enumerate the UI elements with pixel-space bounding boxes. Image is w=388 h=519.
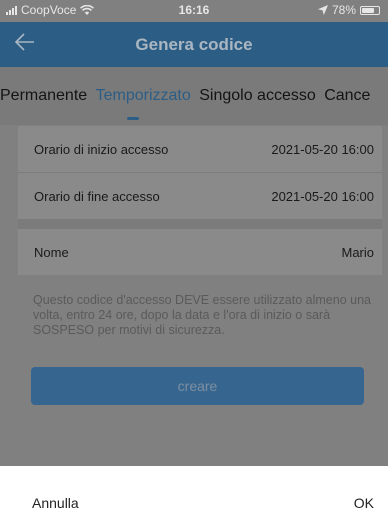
battery-percent: 78% xyxy=(331,3,356,17)
battery-icon xyxy=(360,5,380,15)
name-row[interactable]: Nome Mario xyxy=(18,229,382,275)
end-time-value: 2021-05-20 16:00 xyxy=(271,189,374,204)
name-label: Nome xyxy=(34,245,69,260)
create-button[interactable]: creare xyxy=(31,367,364,405)
start-time-value: 2021-05-20 16:00 xyxy=(271,142,374,157)
active-tab-indicator xyxy=(127,117,139,120)
tab-permanente[interactable]: Permanente xyxy=(0,87,87,105)
tab-temporizzato[interactable]: Temporizzato xyxy=(96,87,191,105)
picker-toolbar: Annulla OK xyxy=(0,466,388,519)
end-time-row[interactable]: Orario di fine accesso 2021-05-20 16:00 xyxy=(18,173,382,219)
tab-bar: Permanente Temporizzato Singolo accesso … xyxy=(0,67,388,125)
tab-singolo-accesso[interactable]: Singolo accesso xyxy=(199,87,316,105)
battery-fill xyxy=(362,7,374,13)
end-time-label: Orario di fine accesso xyxy=(34,189,160,204)
notice-text: Questo codice d'accesso DEVE essere util… xyxy=(33,293,371,337)
dimmed-screen: CoopVoce 16:16 78% Genera codice Permane… xyxy=(0,0,388,466)
location-icon xyxy=(317,5,328,15)
page-title: Genera codice xyxy=(135,35,253,54)
section-gap xyxy=(18,219,382,229)
name-value[interactable]: Mario xyxy=(341,245,374,260)
cancel-button[interactable]: Annulla xyxy=(32,495,79,511)
status-right: 78% xyxy=(317,3,380,17)
tab-row: Permanente Temporizzato Singolo accesso … xyxy=(0,87,374,105)
tab-cancellazione[interactable]: Cance xyxy=(324,87,370,105)
start-time-row[interactable]: Orario di inizio accesso 2021-05-20 16:0… xyxy=(18,126,382,172)
navigation-bar: Genera codice xyxy=(0,22,388,67)
ok-button[interactable]: OK xyxy=(354,495,374,511)
status-bar: CoopVoce 16:16 78% xyxy=(0,0,388,22)
start-time-label: Orario di inizio accesso xyxy=(34,142,169,157)
